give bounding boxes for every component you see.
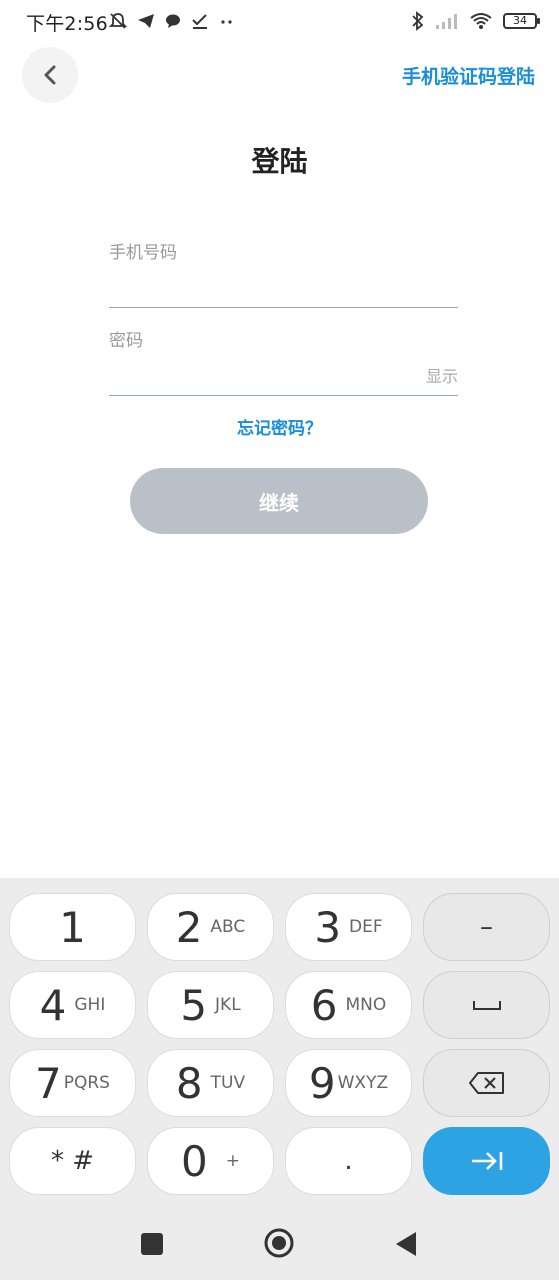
key-3[interactable]: 3 DEF bbox=[285, 893, 412, 961]
star-hash-symbol: * # bbox=[50, 1146, 95, 1176]
key-6-letters: MNO bbox=[345, 995, 387, 1015]
key-3-letters: DEF bbox=[349, 917, 383, 937]
wifi-icon bbox=[470, 13, 492, 29]
minus-symbol: – bbox=[480, 912, 493, 942]
key-1[interactable]: 1 bbox=[9, 893, 136, 961]
chat-icon bbox=[166, 14, 180, 28]
key-5[interactable]: 5 JKL bbox=[147, 971, 274, 1039]
key-5-letters: JKL bbox=[215, 995, 241, 1015]
key-7[interactable]: 7 PQRS bbox=[9, 1049, 136, 1117]
phone-field[interactable]: 手机号码 bbox=[109, 238, 458, 310]
key-backspace[interactable] bbox=[423, 1049, 550, 1117]
password-label: 密码 bbox=[109, 331, 143, 351]
password-field[interactable]: 密码 显示 bbox=[109, 326, 458, 398]
page-title: 登陆 bbox=[251, 145, 308, 178]
telegram-icon bbox=[138, 14, 154, 28]
key-2[interactable]: 2 ABC bbox=[147, 893, 274, 961]
phone-label: 手机号码 bbox=[109, 243, 177, 263]
space-icon bbox=[472, 1001, 501, 1010]
numeric-keyboard: 1 2 ABC 3 DEF – 4 GHI 5 JKL 6 MNO 7 PQRS… bbox=[0, 878, 559, 1280]
key-7-letters: PQRS bbox=[63, 1073, 110, 1093]
key-8-letters: TUV bbox=[210, 1073, 246, 1093]
backspace-icon bbox=[468, 1072, 504, 1094]
key-0[interactable]: 0 + bbox=[147, 1127, 274, 1195]
mute-bell-icon bbox=[108, 13, 128, 29]
key-3-digit: 3 bbox=[314, 902, 342, 952]
key-6-digit: 6 bbox=[310, 980, 338, 1030]
key-0-digit: 0 bbox=[181, 1136, 208, 1186]
password-underline bbox=[109, 395, 458, 396]
next-arrow-icon bbox=[471, 1152, 502, 1170]
key-star-hash[interactable]: * # bbox=[9, 1127, 136, 1195]
show-password-toggle[interactable]: 显示 bbox=[426, 363, 458, 387]
key-7-digit: 7 bbox=[35, 1058, 62, 1108]
key-9-letters: WXYZ bbox=[337, 1073, 389, 1093]
battery-level: 34 bbox=[513, 14, 527, 27]
key-5-digit: 5 bbox=[180, 980, 208, 1030]
back-triangle-icon[interactable] bbox=[394, 1230, 418, 1258]
status-system-icons: 34 bbox=[411, 9, 540, 33]
status-time: 下午2:56 bbox=[26, 13, 108, 35]
key-4-letters: GHI bbox=[74, 995, 106, 1015]
signal-icon bbox=[436, 14, 457, 29]
chevron-left-icon bbox=[44, 65, 56, 85]
phone-underline bbox=[109, 307, 458, 308]
key-9-digit: 9 bbox=[308, 1058, 336, 1108]
back-button[interactable] bbox=[22, 47, 78, 103]
system-nav-bar bbox=[0, 1207, 559, 1280]
key-1-digit: 1 bbox=[59, 902, 86, 952]
check-task-icon bbox=[192, 14, 207, 29]
battery-icon: 34 bbox=[503, 13, 540, 29]
sms-code-login-link[interactable]: 手机验证码登陆 bbox=[402, 62, 535, 89]
home-circle-icon[interactable] bbox=[263, 1227, 295, 1259]
key-0-plus: + bbox=[225, 1151, 240, 1171]
more-dots-icon bbox=[221, 20, 232, 24]
status-bar: 下午2:56 34 bbox=[0, 0, 559, 42]
key-6[interactable]: 6 MNO bbox=[285, 971, 412, 1039]
key-9[interactable]: 9 WXYZ bbox=[285, 1049, 412, 1117]
key-4[interactable]: 4 GHI bbox=[9, 971, 136, 1039]
dot-symbol: . bbox=[344, 1146, 353, 1176]
key-8[interactable]: 8 TUV bbox=[147, 1049, 274, 1117]
key-dot[interactable]: . bbox=[285, 1127, 412, 1195]
key-4-digit: 4 bbox=[39, 980, 67, 1030]
recents-square-icon[interactable] bbox=[140, 1232, 164, 1256]
key-minus[interactable]: – bbox=[423, 893, 550, 961]
key-2-letters: ABC bbox=[210, 917, 246, 937]
key-2-digit: 2 bbox=[175, 902, 203, 952]
forgot-password-link[interactable]: 忘记密码？ bbox=[0, 414, 559, 439]
bluetooth-icon bbox=[412, 11, 424, 31]
status-notification-icons bbox=[108, 9, 236, 33]
key-next[interactable] bbox=[423, 1127, 550, 1195]
key-space[interactable] bbox=[423, 971, 550, 1039]
continue-button[interactable]: 继续 bbox=[130, 468, 428, 534]
key-8-digit: 8 bbox=[175, 1058, 203, 1108]
